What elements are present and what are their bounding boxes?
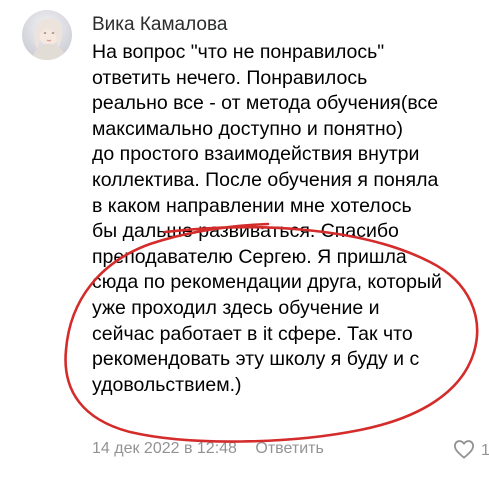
comment-line: сюда по рекомендации друга, который bbox=[92, 271, 442, 294]
like-count: 1 bbox=[481, 442, 489, 459]
author-name[interactable]: Вика Камалова bbox=[92, 14, 227, 36]
comment-line: коллектива. После обучения я поняла bbox=[92, 168, 439, 191]
avatar[interactable] bbox=[22, 10, 72, 60]
reply-button[interactable]: Ответить bbox=[255, 440, 323, 457]
heart-outline-icon bbox=[453, 439, 475, 464]
comment-line: рекомендовать эту школу я буду и с bbox=[92, 348, 420, 371]
comment-line: реально все - от метода обучения(все bbox=[92, 92, 439, 115]
comment-line: сейчас работает в it сфере. Так что bbox=[92, 322, 413, 345]
like-button[interactable]: 1 bbox=[453, 439, 489, 463]
comment-line: удовольствием.) bbox=[92, 373, 242, 396]
comment-line: уже проходил здесь обучение и bbox=[92, 296, 380, 319]
comment-line: до простого взаимодействия внутри bbox=[92, 143, 420, 166]
comment-line: преподавателю Сергею. Я пришла bbox=[92, 245, 407, 268]
comment-line: На вопрос "что не понравилось" bbox=[92, 41, 385, 63]
comment-meta: 14 дек 2022 в 12:48 Ответить bbox=[92, 440, 324, 458]
avatar-photo bbox=[22, 10, 72, 60]
comment-line: максимально доступно и понятно) bbox=[92, 117, 404, 140]
comment-line: бы дальше развиваться. Спасибо bbox=[92, 220, 399, 243]
comment-line: в каком направлении мне хотелось bbox=[92, 194, 412, 217]
comment: Вика Камалова На вопрос "что не понравил… bbox=[0, 0, 489, 478]
comment-text: На вопрос "что не понравилось" ответить … bbox=[92, 40, 487, 398]
comment-line: ответить нечего. Понравилось bbox=[92, 66, 368, 89]
comment-date[interactable]: 14 дек 2022 в 12:48 bbox=[92, 440, 237, 457]
